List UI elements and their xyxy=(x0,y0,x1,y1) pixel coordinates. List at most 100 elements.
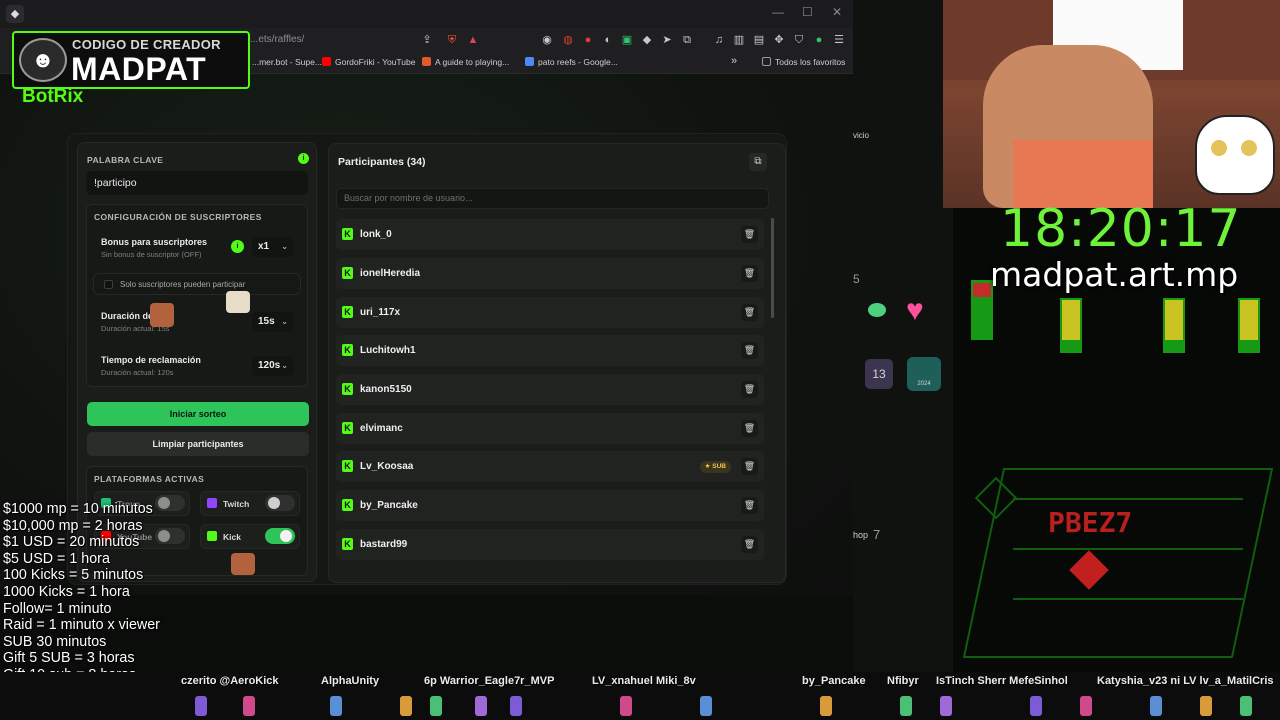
clear-participants-button[interactable]: Limpiar participantes xyxy=(87,432,309,456)
extension-arrow-icon[interactable]: ➤ xyxy=(660,33,674,47)
participant-name: lonk_0 xyxy=(360,229,392,240)
kick-icon: K xyxy=(342,499,353,511)
price-item: $5 USD = 1 hora xyxy=(3,550,110,567)
all-bookmarks[interactable]: Todos los favoritos xyxy=(762,57,845,67)
share-icon[interactable]: ⇪ xyxy=(420,33,434,47)
delete-participant-icon[interactable]: 🗑 xyxy=(741,304,758,321)
extension-green-icon[interactable]: ▣ xyxy=(620,33,634,47)
kick-icon: K xyxy=(342,306,353,318)
participant-row[interactable]: Klonk_0 🗑 xyxy=(336,219,764,250)
ticker-name: by_Pancake xyxy=(802,675,866,687)
delete-participant-icon[interactable]: 🗑 xyxy=(741,536,758,553)
delete-participant-icon[interactable]: 🗑 xyxy=(741,458,758,475)
minimize-icon[interactable]: — xyxy=(772,5,784,19)
bookmark-item[interactable]: GordoFriki - YouTube xyxy=(322,57,415,67)
only-subs-checkbox[interactable] xyxy=(104,280,113,289)
ticker-name: LV_xnahuel Miki_8v xyxy=(592,675,696,687)
game-block xyxy=(1165,300,1183,340)
bonus-info-icon[interactable]: i xyxy=(231,240,244,253)
participant-row[interactable]: Kbastard99 🗑 xyxy=(336,529,764,560)
delete-participant-icon[interactable]: 🗑 xyxy=(741,497,758,514)
ticker-name: AlphaUnity xyxy=(321,675,380,687)
puzzle-icon[interactable]: ✥ xyxy=(772,33,786,47)
delete-participant-icon[interactable]: 🗑 xyxy=(741,226,758,243)
brave-shield-icon[interactable]: ⛨ xyxy=(445,33,459,47)
sub-badge: ★ SUB xyxy=(699,461,731,473)
participant-row[interactable]: Kuri_117x 🗑 xyxy=(336,297,764,328)
bookmark-item[interactable]: pato reefs - Google... xyxy=(525,57,618,67)
info-icon[interactable]: i xyxy=(298,153,309,164)
vpn-icon[interactable]: ⛉ xyxy=(792,33,806,47)
claim-time-subtitle: Duración actual: 120s xyxy=(101,368,174,377)
ticker-avatar-sprite xyxy=(1240,696,1252,716)
chevron-down-icon: ⌄ xyxy=(281,361,288,370)
participant-name: elvimanc xyxy=(360,423,403,434)
ticker-avatar-sprite xyxy=(1150,696,1162,716)
platforms-label: PLATAFORMAS ACTIVAS xyxy=(94,474,205,484)
brave-rewards-icon[interactable]: ▲ xyxy=(466,33,480,47)
extension-globe-icon[interactable]: ◉ xyxy=(540,33,554,47)
participant-row[interactable]: K Lv_Koosaa ★ SUB 🗑 xyxy=(336,451,764,482)
bonus-title: Bonus para suscriptores xyxy=(101,237,208,247)
delete-participant-icon[interactable]: 🗑 xyxy=(741,381,758,398)
bonus-select[interactable]: x1 ⌄ xyxy=(252,237,294,257)
kick-icon: K xyxy=(342,383,353,395)
ticker-avatar-sprite xyxy=(243,696,255,716)
bookmark-item[interactable]: A guide to playing... xyxy=(422,57,509,67)
ticker-name: Katyshia_v23 ni LV lv_a_MatilCris xyxy=(1097,675,1274,687)
hamburger-menu-icon[interactable]: ☰ xyxy=(832,33,846,47)
extension-pinterest-icon[interactable]: ● xyxy=(581,33,595,47)
participant-row[interactable]: Kelvimanc 🗑 xyxy=(336,413,764,444)
side-text: vicio xyxy=(853,131,870,140)
extension-box-icon[interactable]: ⧉ xyxy=(680,33,694,47)
wallet-icon[interactable]: ▤ xyxy=(752,33,766,47)
only-subs-label: Solo suscriptores pueden participar xyxy=(120,280,246,289)
stream-site-url: madpat.art.mp xyxy=(990,255,1239,294)
ticker-avatar-sprite xyxy=(940,696,952,716)
side-number: 7 xyxy=(873,527,881,542)
delete-participant-icon[interactable]: 🗑 xyxy=(741,265,758,282)
copy-icon[interactable]: ⧉ xyxy=(749,153,767,171)
ticker-avatar-sprite xyxy=(400,696,412,716)
start-raffle-button[interactable]: Iniciar sorteo xyxy=(87,402,309,426)
kick-icon xyxy=(207,531,217,541)
price-item: SUB 30 minutos xyxy=(3,633,107,650)
streamer-shirt xyxy=(1013,140,1153,208)
participant-row[interactable]: K Luchitowh1 🗑 xyxy=(336,335,764,366)
maximize-icon[interactable]: ☐ xyxy=(802,5,813,19)
emote-face xyxy=(231,553,255,575)
game-grid-line xyxy=(1013,548,1243,550)
botrix-logo[interactable]: BotRix xyxy=(22,86,83,108)
extension-ublock-icon[interactable]: ◍ xyxy=(561,33,575,47)
kick-toggle[interactable] xyxy=(265,528,295,544)
browser-menu-icon[interactable]: ◆ xyxy=(6,5,24,23)
sidebar-icon[interactable]: ▥ xyxy=(732,33,746,47)
participant-row[interactable]: Kby_Pancake 🗑 xyxy=(336,490,764,521)
twitch-icon xyxy=(207,498,217,508)
ticker-avatar-sprite xyxy=(475,696,487,716)
participant-row[interactable]: KionelHeredia 🗑 xyxy=(336,258,764,289)
duration-select[interactable]: 15s ⌄ xyxy=(252,312,294,332)
extension-diamond-icon[interactable]: ◆ xyxy=(640,33,654,47)
twitch-toggle[interactable] xyxy=(265,495,295,511)
stream-screen: ◆ — ☐ ✕ ...ets/raffles/ ⇪ ⛨ ▲ ◉ ◍ ● ◐ ▣ … xyxy=(0,0,1280,720)
participants-scrollbar[interactable] xyxy=(771,218,774,318)
profile-icon[interactable]: ● xyxy=(812,33,826,47)
bookmarks-overflow-icon[interactable]: » xyxy=(731,55,737,67)
kick-icon: K xyxy=(342,538,353,550)
price-item: Follow= 1 minuto xyxy=(3,600,112,617)
claim-time-select[interactable]: 120s ⌄ xyxy=(252,356,294,376)
participants-search-input[interactable]: Buscar por nombre de usuario... xyxy=(336,188,769,209)
delete-participant-icon[interactable]: 🗑 xyxy=(741,420,758,437)
extension-dark-icon[interactable]: ◐ xyxy=(601,33,615,47)
participant-name: bastard99 xyxy=(360,539,408,550)
keyword-input[interactable]: !participo xyxy=(86,171,308,195)
media-icon[interactable]: ♫ xyxy=(712,33,726,47)
price-item: $10,000 mp = 2 horas xyxy=(3,517,143,534)
participant-row[interactable]: Kkanon5150 🗑 xyxy=(336,374,764,405)
chevron-down-icon: ⌄ xyxy=(281,317,288,326)
ticker-avatar-sprite xyxy=(1080,696,1092,716)
delete-participant-icon[interactable]: 🗑 xyxy=(741,342,758,359)
bookmark-item[interactable]: ...mer.bot - Supe... xyxy=(252,57,322,67)
close-icon[interactable]: ✕ xyxy=(832,5,842,19)
